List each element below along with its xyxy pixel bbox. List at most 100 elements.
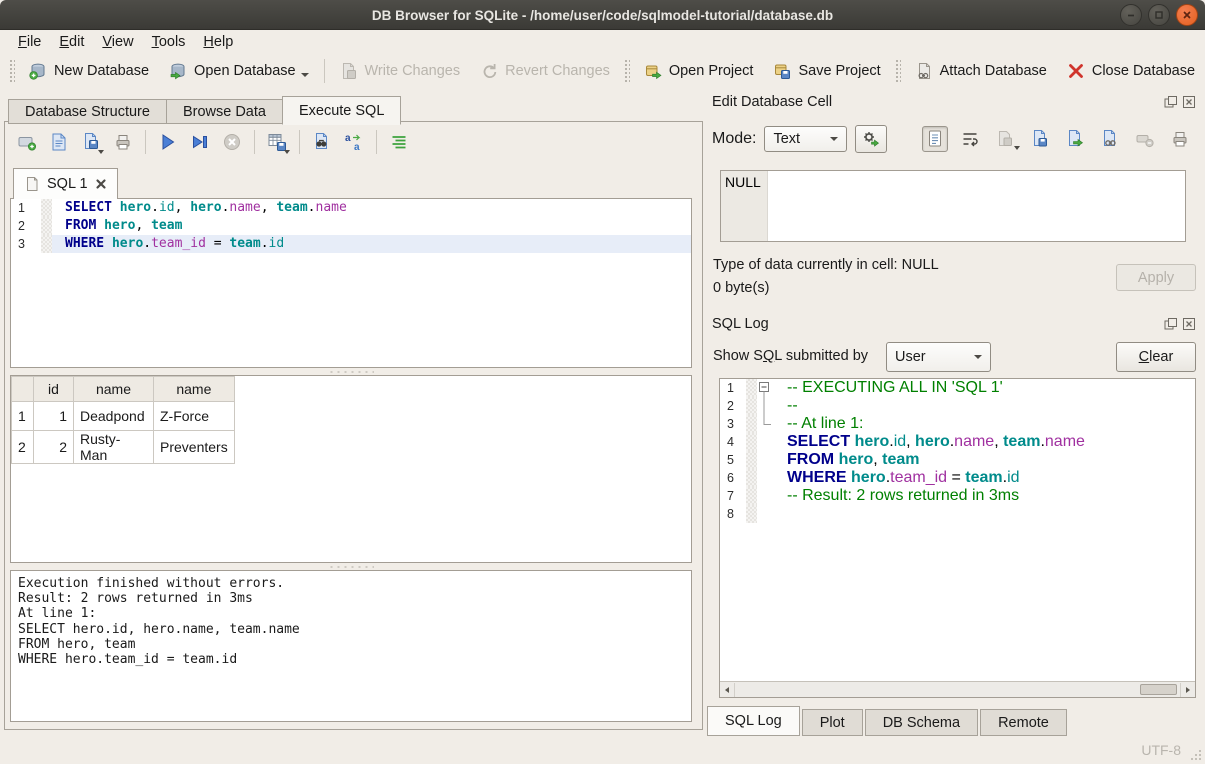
close-button[interactable] xyxy=(1176,4,1198,26)
minimize-button[interactable] xyxy=(1120,4,1142,26)
auto-switch-mode-button[interactable] xyxy=(855,125,887,153)
scroll-left-icon[interactable] xyxy=(720,683,735,697)
cell[interactable]: Preventers xyxy=(154,431,235,464)
tab-database-structure[interactable]: Database Structure xyxy=(8,99,166,124)
code-line-6: 6WHERE hero.team_id = team.id xyxy=(720,469,1195,487)
new-database-button[interactable]: New Database xyxy=(19,58,159,84)
tab-execute-sql[interactable]: Execute SQL xyxy=(282,96,401,125)
toolbar-handle[interactable] xyxy=(624,59,630,83)
cell-editor-toolbar xyxy=(922,126,1193,152)
sql-file-tab-label: SQL 1 xyxy=(47,176,88,192)
cell[interactable]: 1 xyxy=(34,402,74,431)
cell[interactable]: Deadpond xyxy=(74,402,154,431)
close-sql-tab-icon[interactable] xyxy=(95,178,107,190)
column-header-name[interactable]: name xyxy=(154,377,235,402)
main-tab-bar: Database StructureBrowse DataExecute SQL xyxy=(8,96,401,124)
scrollbar-thumb[interactable] xyxy=(1140,684,1177,695)
sql-log-lines: 1-- EXECUTING ALL IN 'SQL 1'2--3-- At li… xyxy=(720,379,1195,681)
project-open-icon xyxy=(644,62,662,80)
import-cell-data-button[interactable] xyxy=(1027,126,1053,152)
save-results-button[interactable] xyxy=(263,128,291,156)
stop-execution-button[interactable] xyxy=(218,128,246,156)
cell-value-editor[interactable]: NULL xyxy=(720,170,1186,242)
row-header[interactable]: 1 xyxy=(12,402,34,431)
results-output-splitter[interactable] xyxy=(10,563,692,570)
code-line-5: 5FROM hero, team xyxy=(720,451,1195,469)
print-sql-button[interactable] xyxy=(109,128,137,156)
write-changes-button[interactable]: Write Changes xyxy=(329,58,470,84)
code-text: FROM hero, team xyxy=(52,217,691,235)
corner-header-cell[interactable] xyxy=(12,377,34,402)
export-cell-data-button[interactable] xyxy=(1062,126,1088,152)
toolbar-handle[interactable] xyxy=(9,59,15,83)
row-header[interactable]: 2 xyxy=(12,431,34,464)
editor-results-splitter[interactable] xyxy=(10,368,692,375)
sql-file-tab[interactable]: SQL 1 xyxy=(13,168,118,199)
fold-marker[interactable] xyxy=(757,379,774,397)
attach-database-button[interactable]: Attach Database xyxy=(905,58,1057,84)
clear-log-button[interactable]: Clear xyxy=(1116,342,1196,372)
menu-tools[interactable]: Tools xyxy=(143,32,195,52)
dock-tab-remote[interactable]: Remote xyxy=(980,709,1067,736)
save-sql-file-button[interactable] xyxy=(77,128,105,156)
sql-editor[interactable]: 1SELECT hero.id, hero.name, team.name2FR… xyxy=(10,198,692,368)
code-line-4: 4SELECT hero.id, hero.name, team.name xyxy=(720,433,1195,451)
set-null-button[interactable] xyxy=(1132,126,1158,152)
float-panel-icon[interactable] xyxy=(1164,317,1178,331)
menu-file[interactable]: File xyxy=(9,32,50,52)
print-cell-button[interactable] xyxy=(1167,126,1193,152)
dock-tab-db-schema[interactable]: DB Schema xyxy=(865,709,978,736)
menu-edit[interactable]: Edit xyxy=(50,32,93,52)
find-button[interactable] xyxy=(308,128,336,156)
new-database-label: New Database xyxy=(54,63,149,79)
exec-all-icon xyxy=(158,132,178,152)
log-horizontal-scrollbar[interactable] xyxy=(720,681,1195,697)
find-replace-button[interactable]: aa xyxy=(340,128,368,156)
float-panel-icon[interactable] xyxy=(1164,95,1178,109)
word-wrap-button[interactable] xyxy=(957,126,983,152)
line-number: 6 xyxy=(720,469,746,487)
toolbar-handle[interactable] xyxy=(895,59,901,83)
open-in-external-button[interactable] xyxy=(1097,126,1123,152)
execute-current-line-button[interactable] xyxy=(186,128,214,156)
dock-tab-sql-log[interactable]: SQL Log xyxy=(707,706,800,736)
execute-all-button[interactable] xyxy=(154,128,182,156)
code-line-8: 8 xyxy=(720,505,1195,523)
set-null-icon xyxy=(1135,129,1155,149)
cell[interactable]: Z-Force xyxy=(154,402,235,431)
cell[interactable]: Rusty-Man xyxy=(74,431,154,464)
save-project-button[interactable]: Save Project xyxy=(763,58,890,84)
close-panel-icon[interactable] xyxy=(1182,317,1196,331)
close-database-button[interactable]: Close Database xyxy=(1057,58,1205,84)
format-sql-button[interactable] xyxy=(385,128,413,156)
exec-line-icon xyxy=(190,132,210,152)
menu-view[interactable]: View xyxy=(93,32,142,52)
column-header-id[interactable]: id xyxy=(34,377,74,402)
log-filter-select[interactable]: User xyxy=(886,342,991,372)
maximize-button[interactable] xyxy=(1148,4,1170,26)
dock-tab-plot[interactable]: Plot xyxy=(802,709,863,736)
fold-column xyxy=(757,451,774,469)
code-line-2: 2-- xyxy=(720,397,1195,415)
open-project-button[interactable]: Open Project xyxy=(634,58,764,84)
column-header-name[interactable]: name xyxy=(74,377,154,402)
export-icon xyxy=(1065,129,1085,149)
menu-help[interactable]: Help xyxy=(194,32,242,52)
open-database-button[interactable]: Open Database xyxy=(159,58,319,84)
code-line-7: 7-- Result: 2 rows returned in 3ms xyxy=(720,487,1195,505)
mode-text-button[interactable] xyxy=(922,126,948,152)
fold-column xyxy=(757,433,774,451)
cell[interactable]: 2 xyxy=(34,431,74,464)
tab-browse-data[interactable]: Browse Data xyxy=(166,99,282,124)
mode-select[interactable]: Text xyxy=(764,126,847,152)
save-cell-button[interactable] xyxy=(992,126,1018,152)
code-text: -- EXECUTING ALL IN 'SQL 1' xyxy=(774,379,1195,397)
open-sql-tab-button[interactable] xyxy=(13,128,41,156)
close-panel-icon[interactable] xyxy=(1182,95,1196,109)
db-attach-icon xyxy=(915,62,933,80)
open-sql-file-button[interactable] xyxy=(45,128,73,156)
revert-changes-button[interactable]: Revert Changes xyxy=(470,58,620,84)
scroll-right-icon[interactable] xyxy=(1180,683,1195,697)
apply-button[interactable]: Apply xyxy=(1116,264,1196,291)
resize-grip[interactable] xyxy=(1190,749,1202,761)
